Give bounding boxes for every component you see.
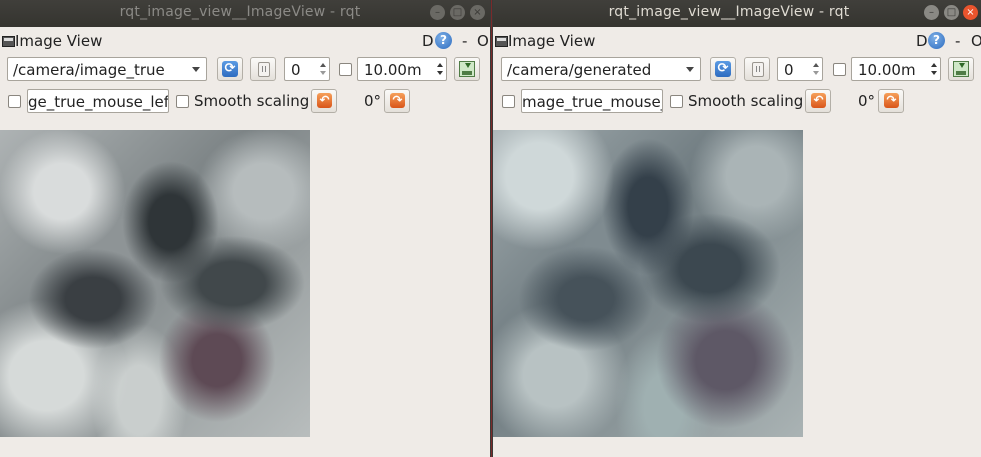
save-icon	[459, 61, 475, 77]
mouse-topic-value: ge_true_mouse_left	[28, 93, 169, 111]
minimize-panel-button[interactable]: -	[955, 32, 960, 50]
topic-value: /camera/image_true	[13, 61, 165, 79]
spin-down-icon[interactable]	[813, 71, 819, 75]
spin-up-icon[interactable]	[320, 63, 326, 67]
refresh-button[interactable]: ⟳	[217, 57, 243, 81]
pause-icon	[258, 62, 270, 77]
mouse-topic-input[interactable]: ge_true_mouse_left	[27, 89, 169, 113]
spin-up-icon[interactable]	[813, 63, 819, 67]
smooth-scaling-label: Smooth scaling	[194, 92, 310, 110]
spin-down-icon[interactable]	[931, 71, 937, 75]
rotation-label: 0°	[364, 92, 382, 110]
help-d-label[interactable]: D	[916, 32, 928, 50]
left-window: rqt_image_view__ImageView - rqt – □ × Im…	[0, 0, 490, 457]
spin-up-icon[interactable]	[931, 63, 937, 67]
rotate-left-icon: ↶	[317, 93, 332, 108]
titlebar[interactable]: rqt_image_view__ImageView - rqt – □ ×	[0, 0, 490, 27]
options-o-button[interactable]: O	[971, 32, 981, 50]
rotate-right-button[interactable]: ↷	[384, 89, 410, 113]
save-image-button[interactable]	[454, 57, 480, 81]
panel-header: Image View D ? - O	[0, 31, 490, 51]
mouse-topic-input[interactable]: mage_true_mouse_le	[521, 89, 663, 113]
frame-skip-spinbox[interactable]: 0	[777, 57, 823, 81]
smooth-scaling-label: Smooth scaling	[688, 92, 804, 110]
window-title: rqt_image_view__ImageView - rqt	[119, 4, 361, 20]
topic-combobox[interactable]: /camera/image_true	[7, 57, 207, 81]
close-icon[interactable]: ×	[470, 5, 485, 20]
max-range-spinbox[interactable]: 10.00m	[851, 57, 941, 81]
image-display[interactable]	[493, 130, 803, 437]
rotate-right-icon: ↷	[884, 93, 899, 108]
panel-window-icon	[495, 36, 508, 47]
panel-header: Image View D ? - O	[493, 31, 981, 51]
options-o-button[interactable]: O	[477, 32, 489, 50]
help-d-label[interactable]: D	[422, 32, 434, 50]
mouse-topic-value: mage_true_mouse_le	[522, 93, 662, 111]
frame-skip-value: 0	[784, 61, 794, 79]
pause-button[interactable]	[250, 57, 276, 81]
smooth-scaling-checkbox[interactable]	[176, 95, 189, 108]
spin-down-icon[interactable]	[320, 71, 326, 75]
rotate-left-button[interactable]: ↶	[805, 89, 831, 113]
minimize-icon[interactable]: –	[430, 5, 445, 20]
refresh-icon: ⟳	[222, 61, 238, 77]
max-range-value: 10.00m	[858, 61, 916, 79]
pause-button[interactable]	[744, 57, 770, 81]
save-image-button[interactable]	[948, 57, 974, 81]
refresh-button[interactable]: ⟳	[710, 57, 736, 81]
help-icon[interactable]: ?	[435, 32, 452, 49]
max-range-spinbox[interactable]: 10.00m	[357, 57, 447, 81]
close-icon[interactable]: ×	[963, 5, 978, 20]
panel-window-icon	[2, 36, 15, 47]
spin-up-icon[interactable]	[437, 63, 443, 67]
dynamic-range-checkbox[interactable]	[339, 63, 352, 76]
chevron-down-icon	[686, 67, 694, 72]
rotate-right-icon: ↷	[390, 93, 405, 108]
panel-title: Image View	[15, 32, 103, 50]
maximize-icon[interactable]: □	[944, 5, 959, 20]
help-icon[interactable]: ?	[928, 32, 945, 49]
rotation-label: 0°	[858, 92, 876, 110]
max-range-value: 10.00m	[364, 61, 422, 79]
refresh-icon: ⟳	[715, 61, 731, 77]
minimize-panel-button[interactable]: -	[462, 32, 467, 50]
titlebar[interactable]: rqt_image_view__ImageView - rqt – □ ×	[493, 0, 981, 27]
panel-title: Image View	[508, 32, 596, 50]
image-display[interactable]	[0, 130, 310, 437]
spin-down-icon[interactable]	[437, 71, 443, 75]
publish-click-checkbox[interactable]	[8, 95, 21, 108]
smooth-scaling-checkbox[interactable]	[670, 95, 683, 108]
minimize-icon[interactable]: –	[924, 5, 939, 20]
maximize-icon[interactable]: □	[450, 5, 465, 20]
frame-skip-value: 0	[291, 61, 301, 79]
right-window: rqt_image_view__ImageView - rqt – □ × Im…	[493, 0, 981, 457]
publish-click-checkbox[interactable]	[502, 95, 515, 108]
chevron-down-icon	[192, 67, 200, 72]
save-icon	[953, 61, 969, 77]
topic-value: /camera/generated	[507, 61, 652, 79]
rotate-right-button[interactable]: ↷	[878, 89, 904, 113]
rotate-left-icon: ↶	[811, 93, 826, 108]
frame-skip-spinbox[interactable]: 0	[284, 57, 330, 81]
topic-combobox[interactable]: /camera/generated	[501, 57, 701, 81]
dynamic-range-checkbox[interactable]	[833, 63, 846, 76]
rotate-left-button[interactable]: ↶	[311, 89, 337, 113]
window-title: rqt_image_view__ImageView - rqt	[608, 4, 850, 20]
pause-icon	[752, 62, 764, 77]
